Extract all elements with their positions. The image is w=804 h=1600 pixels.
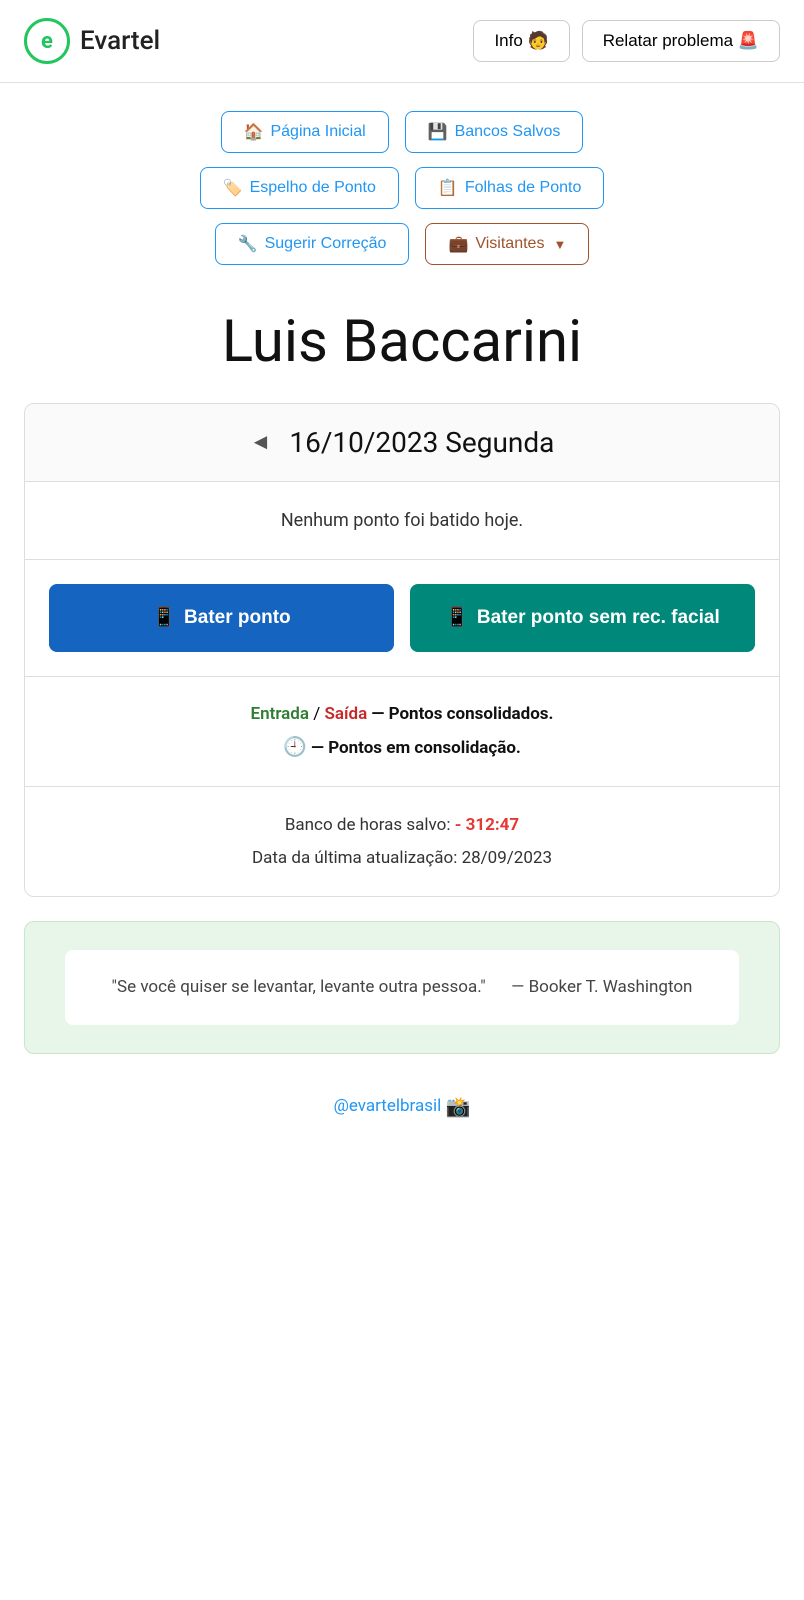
nav-row-1: 🏠 Página Inicial 💾 Bancos Salvos [221, 111, 584, 153]
logo-area: e Evartel [24, 18, 160, 64]
chevron-down-icon: ▼ [553, 237, 566, 252]
current-date: 16/10/2023 Segunda [289, 426, 554, 459]
page-title: Luis Baccarini [0, 275, 804, 403]
nav-area: 🏠 Página Inicial 💾 Bancos Salvos 🏷️ Espe… [0, 83, 804, 275]
punch-buttons-row: 📱 Bater ponto 📱 Bater ponto sem rec. fac… [25, 560, 779, 678]
report-problem-button[interactable]: Relatar problema 🚨 [582, 20, 780, 62]
bank-label: Banco de horas salvo: [285, 815, 455, 835]
mirror-icon: 🏷️ [223, 178, 243, 198]
bank-row: Banco de horas salvo: - 312:47 Data da ú… [25, 787, 779, 896]
nav-espelho-de-ponto[interactable]: 🏷️ Espelho de Ponto [200, 167, 399, 209]
prev-date-button[interactable]: ◄ [250, 429, 272, 455]
legend-consolidados-text: — Pontos consolidados. [371, 704, 553, 724]
nav-sugerir-correcao[interactable]: 🔧 Sugerir Correção [215, 223, 410, 265]
home-icon: 🏠 [244, 122, 264, 142]
nav-pagina-inicial[interactable]: 🏠 Página Inicial [221, 111, 389, 153]
nav-row-2: 🏷️ Espelho de Ponto 📋 Folhas de Ponto [200, 167, 605, 209]
nav-row-3: 🔧 Sugerir Correção 💼 Visitantes ▼ [215, 223, 590, 265]
phone-icon-1: 📱 [152, 606, 176, 631]
instagram-link[interactable]: @evartelbrasil 📸 [334, 1096, 471, 1116]
instagram-icon: 📸 [446, 1094, 471, 1118]
main-card: ◄ 16/10/2023 Segunda Nenhum ponto foi ba… [24, 403, 780, 897]
bater-ponto-sem-facial-button[interactable]: 📱 Bater ponto sem rec. facial [410, 584, 755, 653]
legend-entrada: Entrada [251, 704, 309, 724]
clock-icon: 🕘 [283, 735, 307, 758]
info-button[interactable]: Info 🧑 [473, 20, 569, 62]
header-buttons: Info 🧑 Relatar problema 🚨 [473, 20, 780, 62]
legend-slash: / [313, 704, 324, 724]
legend-consolidacao-text: — Pontos em consolidação. [311, 738, 521, 758]
legend-row: Entrada / Saída — Pontos consolidados. 🕘… [25, 677, 779, 787]
phone-icon-2: 📱 [445, 606, 469, 631]
wrench-icon: 🔧 [238, 234, 258, 254]
logo-text: Evartel [80, 26, 160, 56]
bater-ponto-button[interactable]: 📱 Bater ponto [49, 584, 394, 653]
quote-card: "Se você quiser se levantar, levante out… [24, 921, 780, 1054]
no-point-message: Nenhum ponto foi batido hoje. [25, 482, 779, 560]
bank-value: - 312:47 [455, 815, 519, 835]
update-date: 28/09/2023 [462, 848, 552, 868]
quote-text: "Se você quiser se levantar, levante out… [112, 977, 486, 997]
logo-icon: e [24, 18, 70, 64]
nav-visitantes[interactable]: 💼 Visitantes ▼ [425, 223, 589, 265]
save-icon: 💾 [428, 122, 448, 142]
header: e Evartel Info 🧑 Relatar problema 🚨 [0, 0, 804, 83]
briefcase-icon: 💼 [448, 234, 468, 254]
footer: @evartelbrasil 📸 [0, 1078, 804, 1150]
quote-attribution: — Booker T. Washington [511, 977, 692, 997]
date-row: ◄ 16/10/2023 Segunda [25, 404, 779, 482]
update-label: Data da última atualização: [252, 848, 462, 868]
instagram-handle: @evartelbrasil [334, 1096, 442, 1116]
nav-folhas-de-ponto[interactable]: 📋 Folhas de Ponto [415, 167, 604, 209]
folder-icon: 📋 [438, 178, 458, 198]
legend-saida: Saída [324, 704, 367, 724]
nav-bancos-salvos[interactable]: 💾 Bancos Salvos [405, 111, 584, 153]
quote-inner: "Se você quiser se levantar, levante out… [65, 950, 739, 1025]
